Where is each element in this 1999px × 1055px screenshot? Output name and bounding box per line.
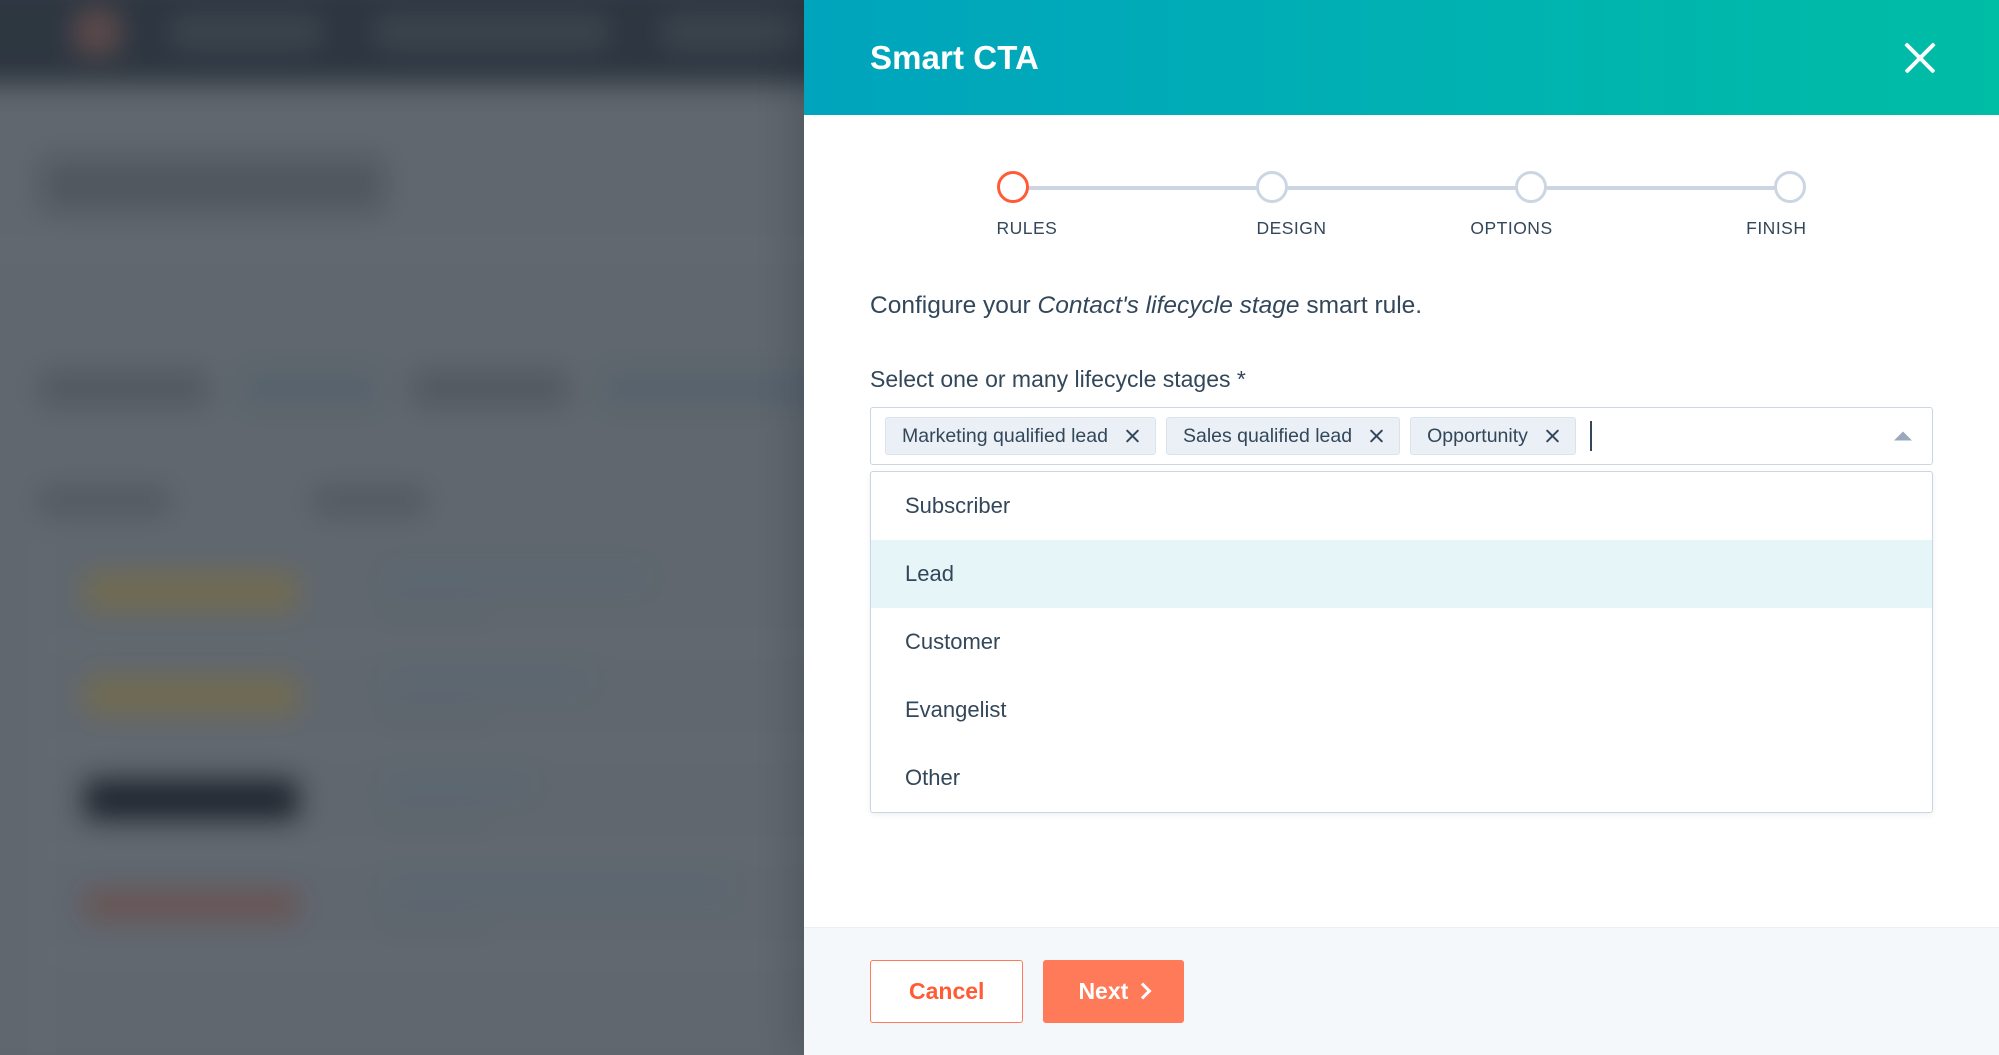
next-button[interactable]: Next xyxy=(1043,960,1185,1023)
cancel-button[interactable]: Cancel xyxy=(870,960,1024,1023)
modal-footer: Cancel Next xyxy=(804,927,1999,1055)
dropdown-option-label: Customer xyxy=(905,629,1001,655)
wizard-stepper: RULES DESIGN OPTIONS FINISH xyxy=(996,171,1807,239)
step-indicator-rules[interactable] xyxy=(996,171,1029,203)
rule-description: Configure your Contact's lifecycle stage… xyxy=(870,291,1933,320)
modal-title: Smart CTA xyxy=(870,38,1039,76)
dropdown-option-subscriber[interactable]: Subscriber xyxy=(871,472,1932,540)
tag-label: Marketing qualified lead xyxy=(902,424,1108,447)
remove-tag-icon[interactable] xyxy=(1368,428,1385,445)
selected-tag: Marketing qualified lead xyxy=(885,417,1156,456)
description-emphasis: Contact's lifecycle stage xyxy=(1037,292,1300,319)
dropdown-option-label: Subscriber xyxy=(905,493,1011,519)
close-icon[interactable] xyxy=(1897,35,1943,81)
stepper-labels: RULES DESIGN OPTIONS FINISH xyxy=(997,218,1807,239)
stepper-track xyxy=(996,171,1807,203)
step-indicator-design[interactable] xyxy=(1255,171,1288,203)
chevron-up-icon[interactable] xyxy=(1894,431,1912,441)
next-button-label: Next xyxy=(1078,978,1129,1004)
lifecycle-stages-dropdown: Subscriber Lead Customer Evangelist Othe… xyxy=(870,471,1933,814)
remove-tag-icon[interactable] xyxy=(1124,428,1141,445)
dropdown-option-label: Lead xyxy=(905,561,954,587)
modal-body: RULES DESIGN OPTIONS FINISH Configure yo… xyxy=(804,115,1999,927)
chevron-right-icon xyxy=(1134,982,1152,1000)
tag-label: Sales qualified lead xyxy=(1182,424,1353,447)
lifecycle-stages-combobox[interactable]: Marketing qualified lead Sales qualified… xyxy=(870,407,1933,466)
step-label-rules: RULES xyxy=(996,218,1058,238)
selected-tag: Sales qualified lead xyxy=(1165,417,1401,456)
description-suffix: smart rule. xyxy=(1299,292,1423,319)
lifecycle-stages-input-caret[interactable] xyxy=(1589,421,1592,452)
remove-tag-icon[interactable] xyxy=(1544,428,1561,445)
tag-label: Opportunity xyxy=(1427,424,1528,447)
step-label-options: OPTIONS xyxy=(1470,218,1553,238)
step-indicator-finish[interactable] xyxy=(1774,171,1807,203)
selected-tag: Opportunity xyxy=(1410,417,1576,456)
step-label-design: DESIGN xyxy=(1256,218,1327,238)
dropdown-option-label: Evangelist xyxy=(905,697,1007,723)
dropdown-option-lead[interactable]: Lead xyxy=(871,540,1932,609)
dropdown-option-evangelist[interactable]: Evangelist xyxy=(871,676,1932,744)
description-prefix: Configure your xyxy=(870,292,1038,319)
step-label-finish: FINISH xyxy=(1746,218,1807,238)
screen-root: Smart CTA RULES DESIGN OPTIONS FINISH Co… xyxy=(0,0,1999,1055)
dropdown-option-label: Other xyxy=(905,765,961,791)
dropdown-option-other[interactable]: Other xyxy=(871,744,1932,812)
step-indicator-options[interactable] xyxy=(1515,171,1548,203)
dropdown-option-customer[interactable]: Customer xyxy=(871,608,1932,676)
smart-cta-modal: Smart CTA RULES DESIGN OPTIONS FINISH Co… xyxy=(804,0,1999,1055)
stepper-connector-line xyxy=(1012,186,1791,190)
lifecycle-stages-label: Select one or many lifecycle stages * xyxy=(870,366,1246,393)
modal-header: Smart CTA xyxy=(804,0,1999,115)
